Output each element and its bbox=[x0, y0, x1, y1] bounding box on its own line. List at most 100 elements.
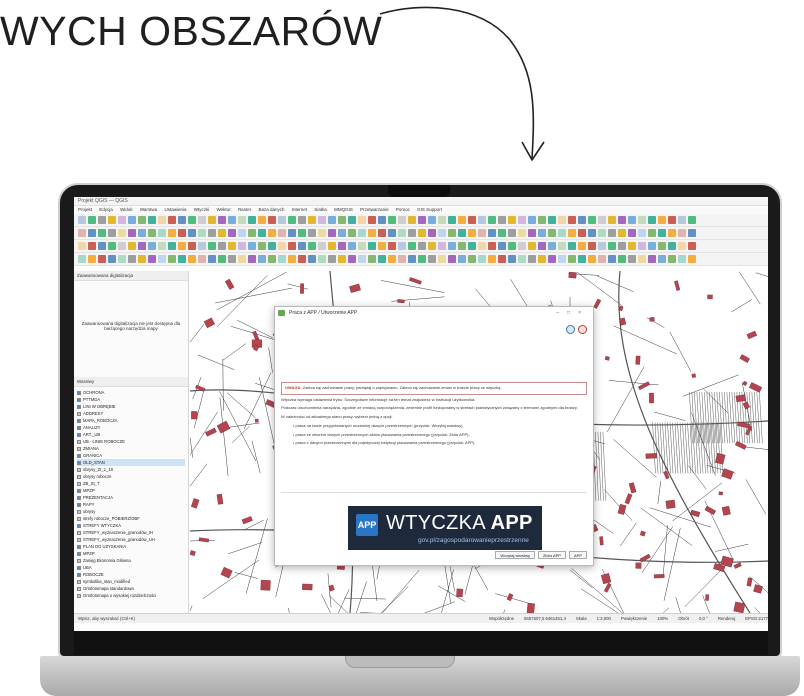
toolbar-tool-icon[interactable] bbox=[468, 216, 476, 224]
toolbar-tool-icon[interactable] bbox=[248, 216, 256, 224]
layer-item[interactable]: ZMIANA bbox=[77, 445, 185, 452]
toolbar-tool-icon[interactable] bbox=[388, 216, 396, 224]
toolbar-tool-icon[interactable] bbox=[598, 229, 606, 237]
toolbar-tool-icon[interactable] bbox=[448, 229, 456, 237]
toolbar-tool-icon[interactable] bbox=[168, 242, 176, 250]
toolbar-tool-icon[interactable] bbox=[258, 216, 266, 224]
toolbar-tool-icon[interactable] bbox=[428, 229, 436, 237]
toolbar-tool-icon[interactable] bbox=[438, 216, 446, 224]
toolbar-tool-icon[interactable] bbox=[528, 216, 536, 224]
layer-checkbox[interactable] bbox=[77, 453, 81, 458]
layer-checkbox[interactable] bbox=[77, 474, 81, 479]
layer-checkbox[interactable] bbox=[77, 425, 81, 430]
toolbar-tool-icon[interactable] bbox=[138, 216, 146, 224]
toolbar-tool-icon[interactable] bbox=[588, 229, 596, 237]
toolbar-tool-icon[interactable] bbox=[178, 255, 186, 263]
layer-item[interactable]: Ortofotomapa o wysokiej rozdzielczości bbox=[77, 592, 185, 599]
layer-item[interactable]: MPZP bbox=[77, 487, 185, 494]
layer-item[interactable]: ANALIZY bbox=[77, 424, 185, 431]
toolbar-tool-icon[interactable] bbox=[418, 242, 426, 250]
layer-item[interactable]: Ortofotomapa standardowa bbox=[77, 585, 185, 592]
layer-item[interactable]: STREFY_wyznaczenie_granodów_IH bbox=[77, 529, 185, 536]
toolbar-tool-icon[interactable] bbox=[128, 229, 136, 237]
toolbar-tool-icon[interactable] bbox=[198, 229, 206, 237]
toolbar-tool-icon[interactable] bbox=[548, 255, 556, 263]
toolbar-tool-icon[interactable] bbox=[478, 216, 486, 224]
toolbar-tool-icon[interactable] bbox=[278, 255, 286, 263]
layer-checkbox[interactable] bbox=[77, 404, 81, 409]
layer-item[interactable]: UBA bbox=[77, 564, 185, 571]
layer-checkbox[interactable] bbox=[77, 544, 81, 549]
toolbar-tool-icon[interactable] bbox=[328, 229, 336, 237]
toolbar-tool-icon[interactable] bbox=[338, 229, 346, 237]
layer-checkbox[interactable] bbox=[77, 523, 81, 528]
toolbar-tool-icon[interactable] bbox=[218, 216, 226, 224]
toolbar-tool-icon[interactable] bbox=[498, 242, 506, 250]
layer-checkbox[interactable] bbox=[77, 572, 81, 577]
menu-item[interactable]: Internet bbox=[292, 207, 307, 212]
toolbar-tool-icon[interactable] bbox=[188, 242, 196, 250]
locator-search-input[interactable]: Wpisz, aby wyszukać (Ctrl+K) bbox=[78, 616, 135, 621]
layer-checkbox[interactable] bbox=[77, 481, 81, 486]
toolbar-tool-icon[interactable] bbox=[298, 242, 306, 250]
toolbar-tool-icon[interactable] bbox=[518, 229, 526, 237]
layer-checkbox[interactable] bbox=[77, 390, 81, 395]
toolbar-tool-icon[interactable] bbox=[338, 242, 346, 250]
crs-button[interactable]: EPSG:2177 bbox=[745, 616, 768, 621]
layer-item[interactable]: RAPY bbox=[77, 501, 185, 508]
layer-checkbox[interactable] bbox=[77, 565, 81, 570]
toolbar-tool-icon[interactable] bbox=[398, 255, 406, 263]
toolbar-tool-icon[interactable] bbox=[468, 229, 476, 237]
layer-checkbox[interactable] bbox=[77, 551, 81, 556]
toolbar-tool-icon[interactable] bbox=[88, 255, 96, 263]
toolbar-tool-icon[interactable] bbox=[418, 216, 426, 224]
menu-item[interactable]: Widok bbox=[120, 207, 133, 212]
toolbar-tool-icon[interactable] bbox=[438, 242, 446, 250]
layer-item[interactable]: PLAN DO UZYSKANIA bbox=[77, 543, 185, 550]
toolbar-tool-icon[interactable] bbox=[308, 255, 316, 263]
menu-item[interactable]: Wektor bbox=[217, 207, 231, 212]
toolbar-tool-icon[interactable] bbox=[498, 229, 506, 237]
toolbar-tool-icon[interactable] bbox=[308, 216, 316, 224]
toolbar-tool-icon[interactable] bbox=[548, 242, 556, 250]
toolbar-tool-icon[interactable] bbox=[458, 216, 466, 224]
toolbar-tool-icon[interactable] bbox=[378, 255, 386, 263]
layer-item[interactable]: MAPA_ROBOCZA bbox=[77, 417, 185, 424]
toolbar-tool-icon[interactable] bbox=[658, 229, 666, 237]
toolbar-tool-icon[interactable] bbox=[328, 216, 336, 224]
toolbar-tool-icon[interactable] bbox=[518, 255, 526, 263]
toolbar-tool-icon[interactable] bbox=[138, 229, 146, 237]
window-controls[interactable]: –□× bbox=[556, 307, 589, 319]
toolbar-tool-icon[interactable] bbox=[668, 255, 676, 263]
menu-item[interactable]: Pomoc bbox=[396, 207, 410, 212]
toolbar-tool-icon[interactable] bbox=[218, 242, 226, 250]
app-button[interactable]: APP bbox=[568, 551, 587, 559]
toolbar-tool-icon[interactable] bbox=[348, 216, 356, 224]
layer-item[interactable]: PTTMDA bbox=[77, 396, 185, 403]
toolbar-tool-icon[interactable] bbox=[208, 229, 216, 237]
toolbar-tool-icon[interactable] bbox=[208, 216, 216, 224]
toolbar-tool-icon[interactable] bbox=[418, 255, 426, 263]
toolbar-tool-icon[interactable] bbox=[478, 242, 486, 250]
toolbar-tool-icon[interactable] bbox=[318, 216, 326, 224]
menu-item[interactable]: Siatka bbox=[314, 207, 327, 212]
toolbar-tool-icon[interactable] bbox=[368, 216, 376, 224]
toolbar-tool-icon[interactable] bbox=[538, 229, 546, 237]
toolbar-tool-icon[interactable] bbox=[238, 242, 246, 250]
menu-item[interactable]: Raster bbox=[238, 207, 251, 212]
toolbar-tool-icon[interactable] bbox=[618, 255, 626, 263]
toolbar-tool-icon[interactable] bbox=[488, 242, 496, 250]
toolbar-tool-icon[interactable] bbox=[78, 255, 86, 263]
layer-item[interactable]: STREFY_wyznaczenie_granodów_UH bbox=[77, 536, 185, 543]
toolbar-tool-icon[interactable] bbox=[428, 255, 436, 263]
toolbar-tool-icon[interactable] bbox=[228, 242, 236, 250]
toolbar-tool-icon[interactable] bbox=[298, 255, 306, 263]
toolbar-tool-icon[interactable] bbox=[158, 216, 166, 224]
toolbar-tool-icon[interactable] bbox=[198, 216, 206, 224]
toolbar-tool-icon[interactable] bbox=[288, 229, 296, 237]
toolbar-tool-icon[interactable] bbox=[598, 255, 606, 263]
toolbar-tool-icon[interactable] bbox=[448, 242, 456, 250]
app-set-button[interactable]: Zbiór APP bbox=[537, 551, 566, 559]
toolbar-tool-icon[interactable] bbox=[328, 255, 336, 263]
settings-icon[interactable] bbox=[566, 325, 575, 334]
